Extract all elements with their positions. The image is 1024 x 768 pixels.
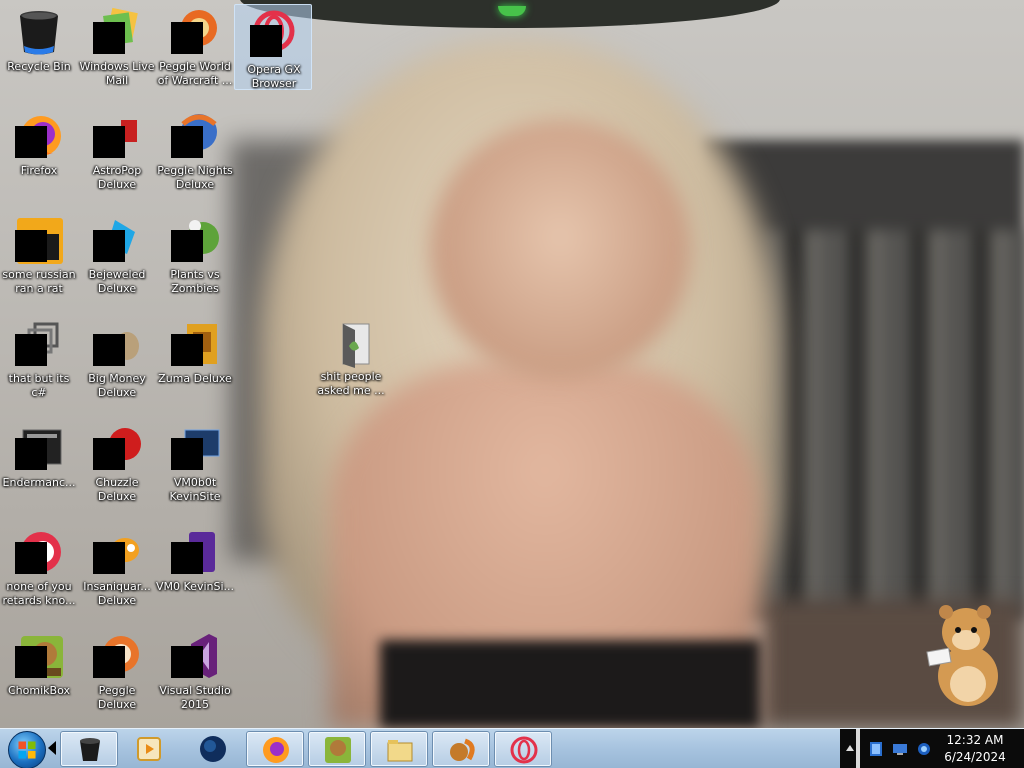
desktop-icon-chomikbox[interactable]: ChomikBox [0,626,78,726]
hamster-gadget-icon[interactable] [920,598,1016,708]
icon-label: Peggle Nights Deluxe [157,164,233,191]
icon-label: Windows Live Mail [79,60,155,87]
censor-block [93,126,125,158]
task-chomikbox[interactable] [308,731,366,767]
desktop-icon-folder[interactable]: shit people asked me ... [312,312,390,412]
icon-label: none of you retards kno... [2,580,76,607]
desktop-icon-vm0[interactable]: VM0 KevinSi... [156,522,234,622]
task-media-player[interactable] [120,731,178,767]
censor-block [15,646,47,678]
censor-block [93,646,125,678]
system-tray: 12:32 AM 6/24/2024 [840,729,1024,768]
desktop-icon-windows-live-mail[interactable]: Windows Live Mail [78,2,156,102]
icon-label: that but its c# [8,372,70,399]
censor-block [93,22,125,54]
censor-block [171,126,203,158]
censor-block [171,334,203,366]
network-icon[interactable] [892,741,908,757]
task-opera[interactable] [494,731,552,767]
icon-label: Zuma Deluxe [158,372,232,385]
desktop-icon-peggle-nights[interactable]: Peggle Nights Deluxe [156,106,234,206]
taskbar: 12:32 AM 6/24/2024 [0,728,1024,768]
icon-label: Recycle Bin [7,60,71,73]
desktop-icon-endermanch[interactable]: Endermanc... [0,418,78,518]
task-recycle-bin[interactable] [60,731,118,767]
tray-divider [856,729,860,768]
censor-block [93,230,125,262]
desktop-icon-astropop[interactable]: AstroPop Deluxe [78,106,156,206]
task-squirrel[interactable] [432,731,490,767]
icon-label: Chuzzle Deluxe [95,476,139,503]
desktop-icon-peggle[interactable]: Peggle Deluxe [78,626,156,726]
censor-block [15,126,47,158]
volume-icon[interactable] [916,741,932,757]
desktop-icon-plants-vs-zombies[interactable]: Plants vs Zombies [156,210,234,310]
censor-block [15,542,47,574]
icon-label: some russian ran a rat [2,268,76,295]
censor-block [171,542,203,574]
desktop-icon-chuzzle[interactable]: Chuzzle Deluxe [78,418,156,518]
desktop-icon-insaniquarium[interactable]: Insaniquar... Deluxe [78,522,156,622]
desktop-icon-peggle-wow[interactable]: Peggle World of Warcraft ... [156,2,234,102]
censor-block [250,25,282,57]
icon-label: Opera GX Browser [247,63,301,90]
icon-label: Peggle World of Warcraft ... [157,60,233,87]
globe-icon [200,736,226,762]
explorer-icon [387,740,413,762]
censor-block [171,230,203,262]
icon-label: ChomikBox [8,684,70,697]
desktop-icon-opera-gx[interactable]: Opera GX Browser [234,4,312,90]
censor-block [15,438,47,470]
squirrel-icon [450,738,475,761]
desktop-icon-csharp-app[interactable]: that but its c# [0,314,78,414]
task-globe[interactable] [184,731,242,767]
censor-block [15,334,47,366]
icon-label: Insaniquar... Deluxe [83,580,151,607]
icon-label: VM0 KevinSi... [156,580,235,593]
desktop-icon-vm0b0t[interactable]: VM0b0t KevinSite [156,418,234,518]
windows-logo-icon [8,731,46,768]
clock-date[interactable]: 6/24/2024 [940,750,1010,764]
censor-block [93,438,125,470]
recycle-bin-icon [80,738,100,761]
icon-label: Bejeweled Deluxe [88,268,146,295]
icon-label: Plants vs Zombies [170,268,220,295]
censor-block [171,22,203,54]
show-hidden-icons-icon[interactable] [846,745,854,751]
desktop-icon-big-money[interactable]: Big Money Deluxe [78,314,156,414]
opera-gx-icon [510,736,538,764]
desktop-icon-rat-app[interactable]: some russian ran a rat [0,210,78,310]
desktop-icon-bejeweled[interactable]: Bejeweled Deluxe [78,210,156,310]
censor-block [171,646,203,678]
desktop-icon-recycle-bin[interactable]: Recycle Bin [0,2,78,102]
censor-block [171,438,203,470]
firefox-icon [263,737,289,763]
icon-label: AstroPop Deluxe [92,164,142,191]
tray-app-icon[interactable] [868,741,884,757]
recycle-bin-icon [20,11,58,55]
desktop-icon-firefox[interactable]: Firefox [0,106,78,206]
censor-block [93,334,125,366]
desktop-icon-zuma[interactable]: Zuma Deluxe [156,314,234,414]
folder-icon [342,323,370,368]
icon-label: Endermanc... [2,476,76,489]
icon-label: shit people asked me ... [317,370,385,397]
icon-label: Visual Studio 2015 [159,684,231,711]
task-firefox[interactable] [246,731,304,767]
start-button[interactable] [4,730,50,768]
censor-block [15,230,47,262]
icon-label: Big Money Deluxe [88,372,146,399]
censor-block [93,542,125,574]
media-player-icon [137,737,161,761]
task-explorer[interactable] [370,731,428,767]
desktop-icon-visual-studio[interactable]: Visual Studio 2015 [156,626,234,726]
icon-label: Firefox [20,164,58,177]
clock-time[interactable]: 12:32 AM [940,733,1010,747]
icon-label: Peggle Deluxe [97,684,137,711]
taskbar-arrow-icon [48,741,56,755]
icon-label: VM0b0t KevinSite [169,476,221,503]
chomikbox-icon [325,737,351,763]
desktop-icon-none-of-you[interactable]: none of you retards kno... [0,522,78,622]
